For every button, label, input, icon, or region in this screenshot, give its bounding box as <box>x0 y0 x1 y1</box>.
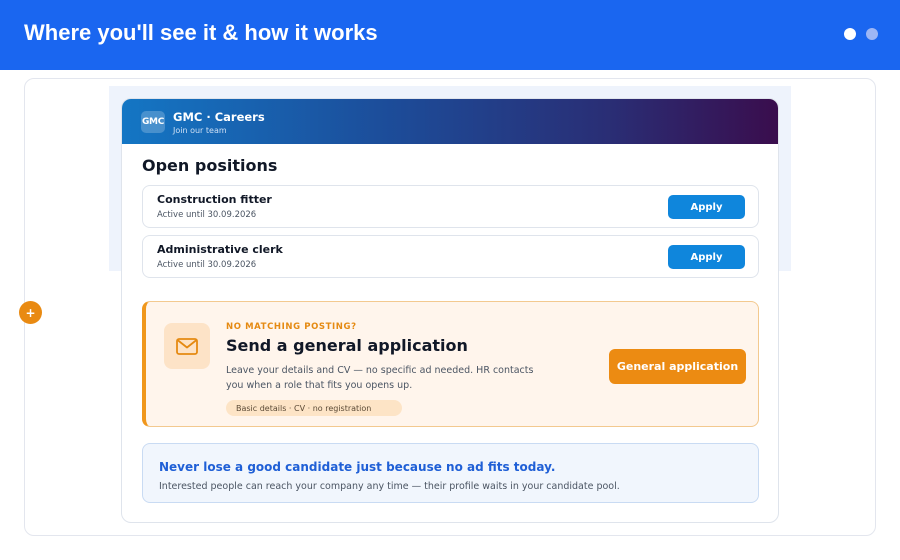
job-status: Active until 30.09.2026 <box>157 210 257 220</box>
job-row: Construction fitter Active until 30.09.2… <box>142 185 759 228</box>
plus-badge: + <box>19 301 42 324</box>
general-application-card: NO MATCHING POSTING? Send a general appl… <box>142 301 759 427</box>
section-title: Open positions <box>142 156 278 175</box>
job-status: Active until 30.09.2026 <box>157 260 257 270</box>
careers-header: GMC GMC · Careers Join our team <box>122 99 778 144</box>
brand-tagline: Join our team <box>173 126 227 135</box>
pagination-dot-active[interactable] <box>844 28 856 40</box>
brand-name: GMC · Careers <box>173 110 265 124</box>
company-logo: GMC <box>141 111 165 133</box>
note-title: Never lose a good candidate just because… <box>159 460 556 474</box>
general-description: Leave your details and CV — no specific … <box>226 365 534 391</box>
note-body: Interested people can reach your company… <box>159 481 620 492</box>
info-note: Never lose a good candidate just because… <box>142 443 759 503</box>
general-eyebrow: NO MATCHING POSTING? <box>226 322 357 332</box>
careers-page-preview: GMC GMC · Careers Join our team Open pos… <box>121 98 779 523</box>
job-row: Administrative clerk Active until 30.09.… <box>142 235 759 278</box>
job-title: Administrative clerk <box>157 243 283 256</box>
slide-header: Where you'll see it & how it works <box>0 0 900 70</box>
general-heading: Send a general application <box>226 336 468 355</box>
pagination-dots <box>844 28 878 40</box>
pagination-dot[interactable] <box>866 28 878 40</box>
apply-button[interactable]: Apply <box>668 245 745 269</box>
requirements-pill: Basic details · CV · no registration <box>226 400 402 416</box>
general-application-button[interactable]: General application <box>609 349 746 384</box>
apply-button[interactable]: Apply <box>668 195 745 219</box>
job-title: Construction fitter <box>157 193 272 206</box>
slide-title: Where you'll see it & how it works <box>24 20 378 45</box>
mail-icon <box>164 323 210 369</box>
